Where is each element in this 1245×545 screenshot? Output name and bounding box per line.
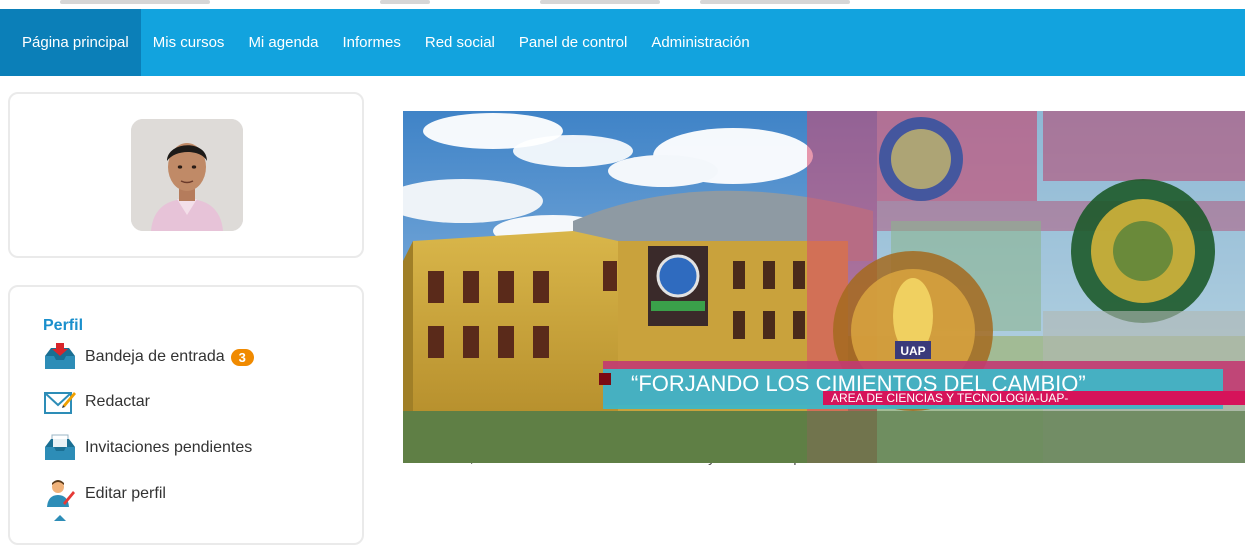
avatar-card: [8, 92, 364, 258]
avatar[interactable]: [131, 119, 243, 231]
edit-profile-icon: [43, 479, 77, 509]
menu-item-compose[interactable]: Redactar: [43, 387, 150, 417]
main-navbar: Página principal Mis cursos Mi agenda In…: [0, 9, 1245, 76]
inbox-icon: [43, 342, 77, 372]
invitations-icon: [43, 433, 77, 463]
banner-plaque: UAP: [900, 344, 925, 358]
nav-panel-de-control[interactable]: Panel de control: [507, 9, 639, 76]
menu-item-partial[interactable]: [43, 515, 85, 545]
inbox-count-badge: 3: [230, 348, 254, 366]
profile-menu-title: Perfil: [43, 317, 84, 334]
profile-menu-card: Perfil Bandeja de entrada 3 Redactar Inv…: [8, 285, 364, 545]
nav-pagina-principal[interactable]: Página principal: [0, 9, 141, 76]
hero-banner: UAP “FORJANDO LOS CIMIENTOS DEL CAMBIO” …: [403, 111, 1245, 463]
menu-item-edit-profile[interactable]: Editar perfil: [43, 479, 166, 509]
top-strip: [0, 0, 1245, 9]
menu-item-label: Editar perfil: [85, 485, 166, 502]
nav-red-social[interactable]: Red social: [413, 9, 507, 76]
nav-informes[interactable]: Informes: [331, 9, 413, 76]
nav-mis-cursos[interactable]: Mis cursos: [141, 9, 237, 76]
upload-icon: [43, 515, 77, 545]
compose-icon: [43, 387, 77, 417]
profile-photo: [131, 119, 243, 231]
menu-item-inbox[interactable]: Bandeja de entrada 3: [43, 342, 254, 372]
menu-item-invitations[interactable]: Invitaciones pendientes: [43, 433, 252, 463]
menu-item-label: Bandeja de entrada: [85, 348, 225, 365]
banner-subtitle: AREA DE CIENCIAS Y TECNOLOGIA-UAP-: [831, 391, 1068, 405]
menu-item-label: Redactar: [85, 393, 150, 410]
campus-banner-image: UAP “FORJANDO LOS CIMIENTOS DEL CAMBIO” …: [403, 111, 1245, 463]
nav-administracion[interactable]: Administración: [639, 9, 761, 76]
nav-mi-agenda[interactable]: Mi agenda: [236, 9, 330, 76]
menu-item-label: Invitaciones pendientes: [85, 439, 253, 456]
